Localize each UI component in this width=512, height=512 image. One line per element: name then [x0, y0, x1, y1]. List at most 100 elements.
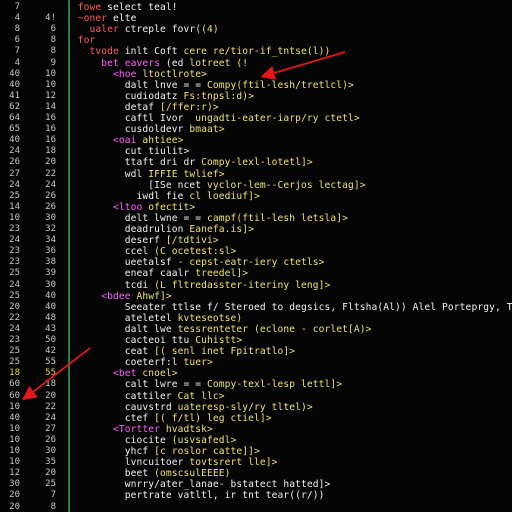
code-text[interactable]: detaf [/ffer:r)>: [66, 102, 219, 113]
code-text[interactable]: pertrate vatltl, ir tnt tear((r/)): [66, 490, 325, 501]
line-number: 7: [14, 46, 20, 57]
code-token: <hoe: [66, 68, 143, 80]
code-text[interactable]: cauvstrd uateresp-sly/ry tltel)>: [66, 402, 313, 413]
code-text[interactable]: ctef [( f/tl) leg ctiel]>: [66, 413, 272, 424]
secondary-line-number: 22: [45, 168, 56, 179]
code-token: tcdi: [66, 279, 155, 291]
code-token: cacteoi: [66, 335, 172, 346]
line-number: 65: [9, 124, 20, 135]
code-token: cut tiulit>: [66, 146, 190, 158]
code-text[interactable]: <bet cnoel>: [66, 368, 178, 379]
code-token: cl loediuf]>: [189, 190, 260, 202]
code-token: vyclor-lem--Cerjos lectag]>: [207, 179, 366, 191]
code-token: [/ffer:r)>: [160, 101, 219, 113]
code-text[interactable]: <oai ahtiee>: [66, 135, 184, 146]
code-text[interactable]: ceat [( senl inet Fpitratlo]>: [66, 346, 295, 357]
code-text[interactable]: cudiodatz Fs:tnpsl:d)>: [66, 91, 254, 102]
line-number: 24: [9, 279, 20, 290]
code-text[interactable]: deadrulion Eanefa.is]>: [66, 224, 254, 235]
code-text[interactable]: beet (omscsulEEEE): [66, 468, 231, 479]
code-text[interactable]: <ltoo ofectit>: [66, 202, 195, 213]
secondary-line-number: 38: [45, 257, 56, 268]
code-token: detaf: [66, 101, 161, 113]
code-text[interactable]: [ISe ncet vyclor-lem--Cerjos lectag]>: [66, 180, 366, 191]
code-token: [c roslor catte]]>: [154, 446, 260, 457]
line-number: 24: [9, 235, 20, 246]
code-text[interactable]: [66, 502, 78, 512]
code-text[interactable]: tcdi (L fltredasster-iteriny leng]>: [66, 279, 331, 291]
code-token: <oai: [66, 135, 143, 147]
code-text[interactable]: dalt lnve = = Compy(ftil-lesh/tretlcl)>: [66, 80, 354, 91]
secondary-line-number: 8: [50, 35, 56, 46]
code-text[interactable]: eneaf caalr treedel]>: [66, 268, 248, 279]
line-number: 24: [9, 323, 20, 334]
code-text[interactable]: ~oner elte: [66, 13, 137, 24]
secondary-line-number: 42: [45, 346, 56, 357]
code-text[interactable]: <hoe ltoctlrote>: [66, 69, 207, 80]
secondary-line-number: 27: [45, 423, 56, 434]
code-text[interactable]: cattiler Cat llc>: [66, 391, 225, 402]
code-token: caftl: [66, 113, 161, 124]
code-text[interactable]: wnrry/ater_lanae- bstatect hatted]>: [66, 479, 331, 491]
code-text[interactable]: caftl Ivor ungadti-eater-iarp/ry ctetl>: [66, 113, 360, 124]
code-text[interactable]: ueetalsf - cepst-eatr-iery ctetls>: [66, 257, 325, 268]
line-number: 23: [9, 224, 20, 234]
code-text[interactable]: fowe select teal!: [66, 2, 178, 13]
code-text[interactable]: cacteoi ttu Cuhistt>: [66, 335, 242, 346]
line-number: 14: [9, 201, 20, 212]
code-token: hvadtsk>: [165, 423, 213, 435]
code-token: <bet: [66, 368, 143, 380]
code-text[interactable]: dalt lwe tessrenteter (eclone - corlet[A…: [66, 324, 372, 335]
line-number: 22: [9, 312, 20, 323]
code-text[interactable]: <Tortter hvadtsk>: [66, 424, 213, 435]
secondary-line-number: 30: [45, 446, 56, 456]
line-number: 4: [14, 13, 20, 24]
code-text[interactable]: iwdl fie cl loediuf]>: [66, 191, 260, 202]
secondary-line-number: 30: [45, 279, 56, 290]
code-token: ueetalsf: [66, 257, 178, 269]
code-token: eneaf: [66, 268, 161, 280]
line-number: 60: [9, 379, 20, 390]
code-text[interactable]: calt lwre = = Compy-texl-lesp lettl]>: [66, 379, 342, 390]
code-line[interactable]: 20 8: [0, 502, 512, 512]
secondary-line-number: 12: [45, 90, 56, 101]
line-number: 30: [9, 479, 20, 490]
code-text[interactable]: coeterf:l tuer>: [66, 357, 213, 368]
secondary-line-number: 20: [45, 390, 56, 401]
secondary-line-number: 24: [45, 412, 56, 423]
code-text[interactable]: tvode inlt Coft cere re/tior-if_tntse(l)…: [66, 46, 331, 58]
code-text[interactable]: ateletel kvteseotse): [66, 313, 242, 324]
code-editor[interactable]: 7 fowe select teal! 4 4! ~oner elte 8 6 uale…: [0, 0, 512, 512]
line-number: 26: [9, 157, 20, 168]
code-token: bstatect hatted]>: [230, 479, 331, 491]
code-text[interactable]: ttaft dri dr Compy-lexl-lotetl]>: [66, 157, 313, 168]
code-text[interactable]: Seeater ttlse f/ Steroed to degsics, Flt…: [66, 302, 512, 313]
code-token: [ISe ncet: [66, 179, 208, 191]
line-number: 62: [9, 101, 20, 112]
code-token: cere re/tior-if_tntse(l)): [183, 46, 331, 58]
code-token: ttaft dri dr: [66, 157, 202, 169]
code-text[interactable]: lvncuitoer tovtsrert lle]>: [66, 457, 278, 468]
code-text[interactable]: wdl IFFIE twlief>: [66, 169, 225, 180]
code-text[interactable]: ciocite (usvsafedl>: [66, 435, 237, 446]
secondary-line-number: 40: [45, 301, 56, 312]
secondary-line-number: 35: [45, 457, 56, 468]
code-token: tuer>: [183, 357, 213, 369]
code-text[interactable]: ualer ctreple fovr((4): [66, 24, 219, 35]
code-text[interactable]: for: [66, 35, 96, 47]
code-token: Ahwf]>: [136, 290, 172, 302]
code-token: for: [66, 35, 96, 47]
code-text[interactable]: bet eavers (ed lotreet (!: [66, 58, 248, 69]
code-text[interactable]: yhcf [c roslor catte]]>: [66, 446, 260, 457]
code-token: (ed: [165, 57, 190, 69]
secondary-line-number: 22: [45, 401, 56, 412]
code-token: Ivor: [160, 113, 196, 124]
code-text[interactable]: cusdoldevr bmaat>: [66, 124, 225, 135]
code-text[interactable]: cut tiulit>: [66, 146, 190, 158]
code-text[interactable]: <bdee Ahwf]>: [66, 291, 172, 302]
code-text[interactable]: deserf [/tdtivi>: [66, 235, 219, 246]
secondary-line-number: 6: [50, 24, 56, 35]
code-text[interactable]: ccel (C ocetest:sl>: [66, 246, 237, 257]
secondary-line-number: 26: [45, 434, 56, 445]
code-text[interactable]: delt lwne = = campf(ftil-lesh letsla]>: [66, 213, 348, 224]
